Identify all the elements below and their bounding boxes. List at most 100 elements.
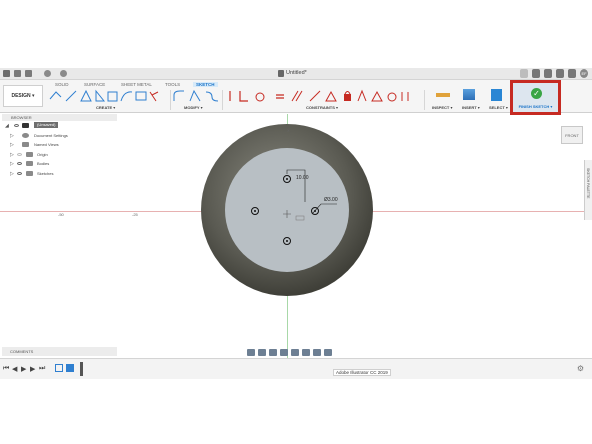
- expand-icon[interactable]: ▷: [10, 171, 14, 177]
- navigation-bar: [247, 346, 345, 358]
- modify-tools: [173, 89, 219, 102]
- inspect-menu[interactable]: INSPECT ▾: [432, 105, 452, 110]
- grid-settings-icon[interactable]: [313, 348, 321, 356]
- collinear-icon: [309, 90, 321, 102]
- dimension-label-horizontal[interactable]: 10.00: [296, 175, 309, 181]
- ruler-label: -50: [58, 212, 64, 217]
- step-back-icon[interactable]: ◀: [12, 365, 17, 373]
- timeline-canvas-icon[interactable]: [66, 364, 74, 372]
- visibility-eye-icon[interactable]: [17, 162, 22, 165]
- help-icon[interactable]: [568, 69, 576, 78]
- viewports-icon[interactable]: [324, 348, 332, 356]
- folder-icon: [26, 161, 33, 166]
- finish-sketch-label: FINISH SKETCH ▾: [518, 104, 553, 109]
- pan-icon[interactable]: [269, 348, 277, 356]
- check-circle-icon: ✓: [531, 88, 542, 99]
- skip-end-icon[interactable]: ⏭: [39, 365, 45, 373]
- extensions-icon[interactable]: [532, 69, 540, 78]
- tab-solid[interactable]: SOLID: [55, 82, 69, 87]
- look-at-icon[interactable]: [258, 348, 266, 356]
- expand-icon[interactable]: ▷: [10, 142, 14, 148]
- sketch-palette-label: SKETCH PALETTE: [586, 168, 590, 199]
- comments-panel[interactable]: COMMENTS: [2, 347, 117, 356]
- job-status-icon[interactable]: [544, 69, 552, 78]
- finish-sketch-button[interactable]: ✓ FINISH SKETCH ▾: [510, 80, 561, 115]
- gear-icon[interactable]: ⚙: [577, 364, 584, 373]
- timeline-sketch-icon[interactable]: [55, 364, 63, 372]
- toolbar-ribbon: DESIGN ▾ SOLID SURFACE SHEET METAL TOOLS…: [0, 80, 592, 113]
- constraint-tools: [229, 89, 409, 102]
- browser-item-document-settings[interactable]: ▷ Document Settings: [2, 131, 117, 141]
- visibility-eye-icon[interactable]: [17, 152, 22, 156]
- browser-item-label: Document Settings: [34, 132, 68, 138]
- viewcube[interactable]: FRONT: [561, 126, 583, 144]
- sketch-palette-tab[interactable]: SKETCH PALETTE: [584, 160, 592, 220]
- browser-header[interactable]: BROWSER: [2, 114, 117, 121]
- skip-start-icon[interactable]: ⏮: [3, 365, 9, 373]
- expand-icon[interactable]: ▷: [10, 161, 14, 167]
- collapse-icon[interactable]: ◢: [5, 123, 9, 129]
- browser-item-label: Sketches: [37, 170, 54, 176]
- notifications-icon[interactable]: [556, 69, 564, 78]
- modify-menu[interactable]: MODIFY ▾: [184, 105, 203, 110]
- constraints-menu[interactable]: CONSTRAINTS ▾: [306, 105, 338, 110]
- parallel-icon: [291, 90, 303, 102]
- select-icon[interactable]: [491, 89, 502, 101]
- timeline-marker[interactable]: [80, 362, 83, 376]
- create-menu[interactable]: CREATE ▾: [96, 105, 115, 110]
- rectangle-icon: [80, 89, 92, 102]
- circle-icon: [95, 89, 106, 102]
- measure-icon[interactable]: [436, 93, 450, 97]
- equal-icon: [276, 94, 284, 99]
- document-title: Untitled*: [286, 70, 307, 76]
- polygon-icon: [135, 91, 147, 101]
- select-menu[interactable]: SELECT ▾: [489, 105, 508, 110]
- tab-surface[interactable]: SURFACE: [84, 82, 105, 87]
- tab-sketch[interactable]: SKETCH: [193, 82, 218, 87]
- orbit-icon[interactable]: [247, 348, 255, 356]
- symmetry-icon: [371, 90, 383, 102]
- concentric-icon: [387, 92, 397, 102]
- undo-icon[interactable]: [44, 70, 51, 77]
- step-forward-icon[interactable]: ▶: [30, 365, 35, 373]
- separator: [222, 90, 223, 110]
- browser-item-bodies[interactable]: ▷ Bodies: [2, 159, 117, 169]
- display-settings-icon[interactable]: [302, 348, 310, 356]
- tab-sheet-metal[interactable]: SHEET METAL: [121, 82, 152, 87]
- separator: [424, 90, 425, 110]
- expand-icon[interactable]: ▷: [10, 133, 14, 139]
- perpendicular-icon: [239, 91, 248, 102]
- tab-tools[interactable]: TOOLS: [165, 82, 180, 87]
- file-menu-icon[interactable]: [14, 70, 21, 77]
- visibility-eye-icon[interactable]: [17, 171, 22, 175]
- save-icon[interactable]: [25, 70, 32, 77]
- play-icon[interactable]: ▶: [21, 365, 26, 373]
- line-icon: [65, 90, 77, 102]
- browser-item-label: Bodies: [37, 161, 50, 166]
- sketch-point-center: [286, 178, 288, 180]
- fit-icon[interactable]: [291, 348, 299, 356]
- workspace-switcher[interactable]: DESIGN ▾: [3, 85, 43, 107]
- insert-image-icon[interactable]: [463, 89, 475, 100]
- user-avatar[interactable]: EF: [580, 69, 588, 78]
- coincident-icon: [357, 89, 367, 102]
- sketch-point-center: [254, 210, 256, 212]
- visibility-eye-icon[interactable]: [14, 124, 19, 127]
- ruler-label: -25: [132, 212, 138, 217]
- dimension-label-diameter[interactable]: Ø3.00: [324, 197, 338, 203]
- browser-panel: BROWSER ◢ (Unsaved) ▷ Document Settings …: [2, 114, 117, 184]
- separator: [170, 90, 171, 110]
- expand-icon[interactable]: ▷: [10, 152, 14, 158]
- app-grid-icon[interactable]: [3, 70, 10, 77]
- browser-item-origin[interactable]: ▷ Origin: [2, 150, 117, 160]
- insert-menu[interactable]: INSERT ▾: [462, 105, 480, 110]
- title-right-icons: EF: [520, 69, 588, 78]
- new-tab-icon[interactable]: [520, 69, 528, 78]
- zoom-icon[interactable]: [280, 348, 288, 356]
- browser-item-named-views[interactable]: ▷ Named Views: [2, 140, 117, 150]
- browser-root[interactable]: ◢ (Unsaved): [2, 121, 117, 131]
- browser-item-sketches[interactable]: ▷ Sketches: [2, 169, 117, 179]
- timeline-tooltip: Adobe Illustrator CC 2019: [333, 369, 391, 376]
- gear-icon: [22, 132, 29, 138]
- redo-icon[interactable]: [60, 70, 67, 77]
